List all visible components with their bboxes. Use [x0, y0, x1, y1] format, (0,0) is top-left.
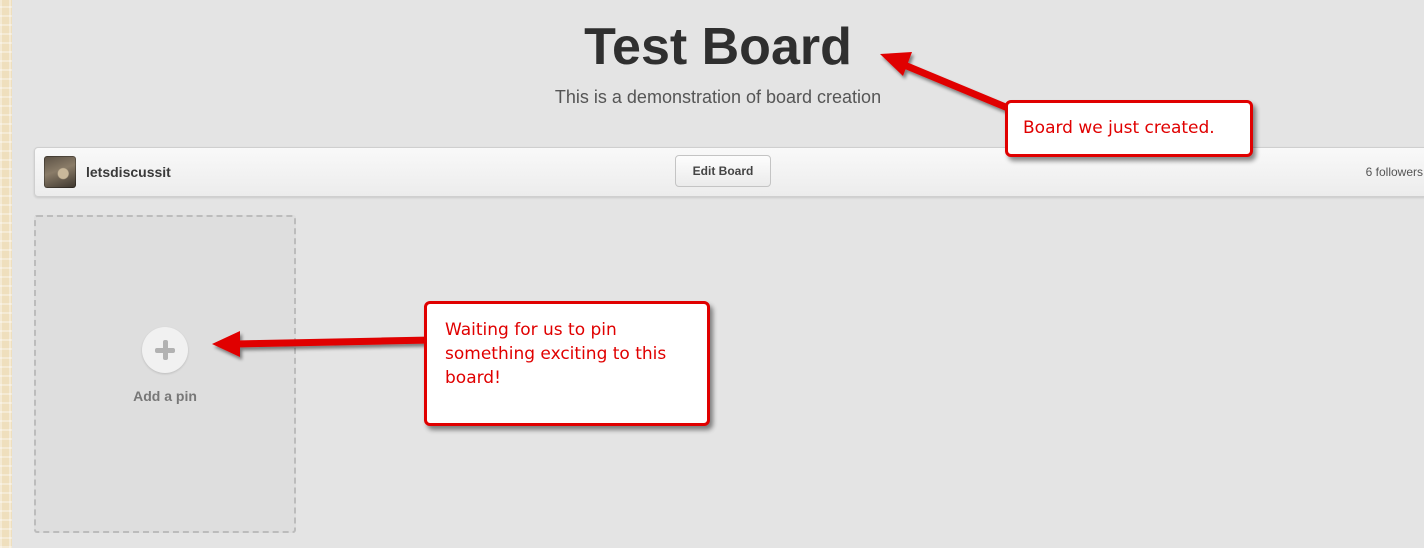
annotation-callout-waiting: Waiting for us to pin something exciting…: [424, 301, 710, 426]
annotation-arrows: [212, 52, 1024, 357]
arrow-to-add-pin: [212, 331, 436, 357]
arrow-to-title: [880, 52, 1024, 117]
annotation-callout-board-created: Board we just created.: [1005, 100, 1253, 157]
